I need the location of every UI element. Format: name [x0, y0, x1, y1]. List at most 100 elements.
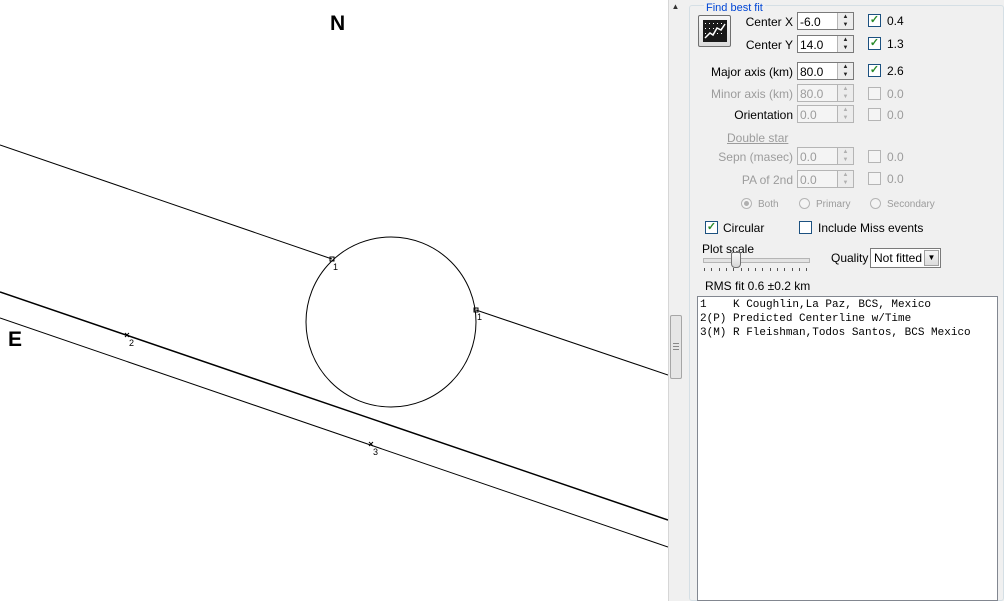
pa-2nd-checkbox — [868, 172, 881, 185]
quality-select[interactable]: Not fitted ▼ — [870, 248, 941, 268]
plot-scale-tick — [725, 268, 727, 271]
center-x-label: Center X — [745, 15, 793, 29]
plot-scale-track[interactable] — [703, 258, 810, 263]
center-x-checkbox[interactable]: ✓ — [868, 14, 881, 27]
plot-scale-tick — [762, 268, 764, 271]
sepn-uncertainty: 0.0 — [887, 150, 904, 164]
orientation-spin-buttons: ▲ ▼ — [837, 106, 853, 122]
sepn-input: 0.0 ▲ ▼ — [797, 147, 854, 165]
plot-scale-tick — [777, 268, 778, 271]
spin-up-icon: ▲ — [842, 172, 849, 178]
sepn-spin-buttons: ▲ ▼ — [837, 148, 853, 164]
scroll-grip-icon — [673, 343, 679, 344]
major-axis-checkbox[interactable]: ✓ — [868, 64, 881, 77]
pa-2nd-spin-buttons: ▲ ▼ — [837, 171, 853, 187]
minor-axis-spin-buttons: ▲ ▼ — [837, 85, 853, 101]
north-label: N — [330, 12, 346, 35]
spin-down-icon: ▼ — [842, 180, 849, 186]
major-axis-input[interactable]: 80.0 ▲ ▼ — [797, 62, 854, 80]
major-axis-label: Major axis (km) — [710, 65, 793, 79]
spin-down-icon: ▼ — [842, 94, 849, 100]
double-star-link: Double star — [727, 131, 789, 145]
fit-control-panel: Find best fit Center X -6.0 ▲ ▼ ✓ 0.4 Cen… — [682, 0, 1004, 601]
center-y-label: Center Y — [745, 38, 793, 52]
plot-scale-tick — [718, 268, 720, 271]
orientation-checkbox — [868, 108, 881, 121]
radio-secondary — [870, 198, 881, 209]
plot-scale-label: Plot scale — [702, 242, 755, 256]
centerline-2 — [0, 291, 668, 521]
major-axis-uncertainty: 2.6 — [887, 64, 904, 78]
spin-up-icon: ▲ — [842, 149, 849, 155]
spin-up-icon[interactable]: ▲ — [838, 63, 853, 71]
orientation-uncertainty: 0.0 — [887, 108, 904, 122]
list-item[interactable]: 2(P) Predicted Centerline w/Time — [700, 313, 911, 325]
chord-line-1-west — [0, 144, 333, 260]
chord-line-3 — [0, 317, 668, 548]
circular-checkbox[interactable]: ✓ — [705, 221, 718, 234]
pa-2nd-label: PA of 2nd — [741, 173, 793, 187]
radio-primary — [799, 198, 810, 209]
plot-scale-tick — [740, 268, 742, 271]
spin-down-icon: ▼ — [842, 157, 849, 163]
sepn-checkbox — [868, 150, 881, 163]
orientation-value: 0.0 — [800, 108, 817, 122]
pa-2nd-uncertainty: 0.0 — [887, 172, 904, 186]
center-y-checkbox[interactable]: ✓ — [868, 37, 881, 50]
spin-down-icon: ▼ — [842, 115, 849, 121]
minor-axis-value: 80.0 — [800, 87, 824, 101]
major-axis-value: 80.0 — [800, 65, 824, 79]
plot-scale-tick — [791, 268, 793, 271]
spin-up-icon: ▲ — [842, 86, 849, 92]
center-y-input[interactable]: 14.0 ▲ ▼ — [797, 35, 854, 53]
chord-label-3: 3 — [373, 447, 378, 457]
scroll-thumb[interactable] — [670, 315, 682, 379]
plot-scale-tick — [755, 268, 757, 271]
chevron-down-icon[interactable]: ▼ — [924, 250, 939, 266]
list-item[interactable]: 1 K Coughlin,La Paz, BCS, Mexico — [700, 299, 931, 311]
plot-scale-tick — [733, 268, 735, 271]
major-axis-spin-buttons[interactable]: ▲ ▼ — [837, 63, 853, 79]
plot-scale-tick — [806, 268, 808, 271]
center-x-input[interactable]: -6.0 ▲ ▼ — [797, 12, 854, 30]
include-miss-checkbox[interactable] — [799, 221, 812, 234]
list-item[interactable]: 3(M) R Fleishman,Todos Santos, BCS Mexic… — [700, 327, 971, 339]
plot-scale-tick — [747, 268, 749, 271]
center-y-spin-buttons[interactable]: ▲ ▼ — [837, 36, 853, 52]
radio-both — [741, 198, 752, 209]
observer-list[interactable]: 1 K Coughlin,La Paz, BCS, Mexico 2(P) Pr… — [697, 296, 998, 601]
plot-scale-thumb[interactable] — [730, 252, 741, 268]
vertical-scrollbar[interactable]: ▲ — [668, 0, 682, 601]
pa-2nd-value: 0.0 — [800, 173, 817, 187]
center-x-uncertainty: 0.4 — [887, 14, 904, 28]
minor-axis-checkbox — [868, 87, 881, 100]
minor-axis-input: 80.0 ▲ ▼ — [797, 84, 854, 102]
spin-down-icon[interactable]: ▼ — [838, 44, 853, 52]
spin-up-icon[interactable]: ▲ — [838, 13, 853, 21]
plot-canvas: 1 1 2 3 — [0, 144, 668, 548]
plot-scale-tick — [784, 268, 786, 271]
center-y-value: 14.0 — [800, 38, 824, 52]
spin-down-icon[interactable]: ▼ — [838, 21, 853, 29]
center-x-spin-buttons[interactable]: ▲ ▼ — [837, 13, 853, 29]
chord-label-1b: 1 — [477, 312, 482, 322]
plot-scale-tick — [798, 268, 800, 271]
include-miss-label: Include Miss events — [818, 221, 924, 235]
spin-down-icon[interactable]: ▼ — [838, 71, 853, 79]
rms-fit-text: RMS fit 0.6 ±0.2 km — [705, 279, 811, 293]
minor-axis-uncertainty: 0.0 — [887, 87, 904, 101]
spin-up-icon: ▲ — [842, 107, 849, 113]
sepn-label: Sepn (masec) — [718, 150, 793, 164]
radio-primary-label: Primary — [816, 199, 851, 210]
spin-up-icon[interactable]: ▲ — [838, 36, 853, 44]
group-title: Find best fit — [704, 2, 765, 14]
occultation-plot[interactable]: 1 1 2 3 N E — [0, 0, 668, 601]
east-label: E — [8, 328, 23, 351]
scroll-up-arrow-icon[interactable]: ▲ — [669, 0, 682, 13]
quality-label: Quality — [831, 251, 869, 265]
pa-2nd-input: 0.0 ▲ ▼ — [797, 170, 854, 188]
circular-label: Circular — [723, 221, 765, 235]
minor-axis-label: Minor axis (km) — [710, 87, 793, 101]
orientation-input: 0.0 ▲ ▼ — [797, 105, 854, 123]
plot-scale-tick — [769, 268, 771, 271]
